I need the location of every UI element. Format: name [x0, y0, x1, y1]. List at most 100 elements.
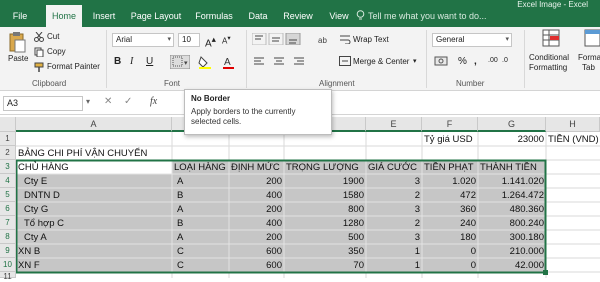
underline-button[interactable]: U	[146, 56, 153, 67]
merge-center-button[interactable]: Merge & Center	[353, 57, 409, 66]
table-cell[interactable]: Cty E	[22, 175, 49, 188]
table-cell[interactable]: XN B	[16, 245, 42, 258]
table-cell[interactable]: 1580	[284, 189, 366, 202]
table-cell[interactable]: 3	[366, 175, 422, 188]
table-cell[interactable]: 500	[284, 231, 366, 244]
cancel-icon[interactable]: ✕	[104, 96, 112, 107]
paste-button[interactable]: Paste	[8, 54, 28, 63]
cell-f3[interactable]: TIỀN PHẠT	[422, 161, 476, 174]
paste-icon[interactable]	[8, 31, 26, 53]
row-header-1[interactable]: 1	[0, 132, 16, 146]
row-header-11[interactable]: 11	[0, 272, 16, 281]
tab-view[interactable]: View	[326, 7, 352, 27]
tab-data[interactable]: Data	[244, 7, 272, 27]
currency-icon[interactable]	[434, 55, 452, 67]
table-cell[interactable]: 360	[422, 203, 478, 216]
table-cell[interactable]: A	[175, 231, 185, 244]
table-cell[interactable]: XN F	[16, 259, 42, 272]
worksheet-grid[interactable]: A B C D E F G H 1 2 3 4 5 6 7 8 9 10 11 …	[0, 117, 600, 281]
table-cell[interactable]: 350	[284, 245, 366, 258]
cut-icon[interactable]	[34, 32, 44, 42]
row-header-4[interactable]: 4	[0, 174, 16, 188]
number-format-combo[interactable]: General ▾	[432, 33, 512, 47]
table-cell[interactable]: Cty A	[22, 231, 49, 244]
table-cell[interactable]: C	[175, 259, 186, 272]
cell-g3[interactable]: THÀNH TIỀN	[478, 161, 539, 174]
table-cell[interactable]: 1	[366, 259, 422, 272]
tab-review[interactable]: Review	[280, 7, 316, 27]
comma-button[interactable]: ,	[474, 56, 477, 67]
increase-font-icon[interactable]: A▴	[205, 34, 216, 49]
tab-page-layout[interactable]: Page Layout	[128, 7, 184, 27]
row-header-6[interactable]: 6	[0, 202, 16, 216]
select-all-corner[interactable]	[0, 117, 16, 132]
cell-g1[interactable]: 23000	[478, 133, 546, 146]
table-cell[interactable]: A	[175, 203, 185, 216]
borders-button-icon[interactable]: ▾	[170, 55, 190, 69]
format-as-table-icon[interactable]	[584, 29, 600, 49]
column-header-g[interactable]: G	[478, 117, 546, 132]
insert-function-button[interactable]: fx	[150, 96, 157, 107]
table-cell[interactable]: 2	[366, 217, 422, 230]
cell-b3[interactable]: LOẠI HÀNG	[172, 161, 228, 174]
cell-a2-title[interactable]: BẢNG CHI PHÍ VẬN CHUYỂN	[16, 147, 149, 160]
table-cell[interactable]: 240	[422, 217, 478, 230]
tab-formulas[interactable]: Formulas	[192, 7, 236, 27]
table-cell[interactable]: 1.264.472	[478, 189, 546, 202]
format-painter-icon[interactable]	[34, 62, 44, 72]
fill-color-icon[interactable]	[198, 55, 214, 69]
conditional-formatting-button[interactable]: Conditional	[529, 53, 569, 62]
conditional-formatting-icon[interactable]	[542, 29, 562, 49]
copy-icon[interactable]	[34, 47, 44, 57]
table-cell[interactable]: B	[175, 189, 185, 202]
column-header-h[interactable]: H	[546, 117, 600, 132]
table-cell[interactable]: 472	[422, 189, 478, 202]
table-cell[interactable]: 200	[229, 175, 284, 188]
bold-button[interactable]: B	[114, 56, 121, 67]
table-cell[interactable]: 180	[422, 231, 478, 244]
column-header-a[interactable]: A	[16, 117, 172, 132]
column-header-e[interactable]: E	[366, 117, 422, 132]
table-cell[interactable]: 2	[366, 189, 422, 202]
decrease-font-icon[interactable]: A▾	[222, 34, 231, 46]
format-painter-button[interactable]: Format Painter	[47, 62, 100, 71]
chevron-down-icon[interactable]: ▾	[413, 57, 417, 65]
increase-decimal-icon[interactable]: .00	[488, 57, 498, 64]
table-cell[interactable]: 400	[229, 217, 284, 230]
cell-h1[interactable]: TIỀN (VND)	[546, 133, 600, 146]
table-cell[interactable]: 0	[422, 245, 478, 258]
column-header-f[interactable]: F	[422, 117, 478, 132]
horizontal-align-icons[interactable]	[252, 55, 310, 67]
name-box[interactable]: A3	[3, 96, 83, 111]
cell-d3[interactable]: TRỌNG LƯỢNG	[284, 161, 361, 174]
table-cell[interactable]: 1900	[284, 175, 366, 188]
table-cell[interactable]: 210.000	[478, 245, 546, 258]
table-cell[interactable]: 1	[366, 245, 422, 258]
table-cell[interactable]: B	[175, 217, 185, 230]
table-cell[interactable]: 800.240	[478, 217, 546, 230]
table-cell[interactable]: 300.180	[478, 231, 546, 244]
table-cell[interactable]: 0	[422, 259, 478, 272]
tab-insert[interactable]: Insert	[88, 7, 120, 27]
table-cell[interactable]: Tổ hợp C	[22, 217, 66, 230]
table-cell[interactable]: 70	[284, 259, 366, 272]
table-cell[interactable]: 3	[366, 231, 422, 244]
italic-button[interactable]: I	[130, 56, 133, 67]
table-cell[interactable]: Cty G	[22, 203, 50, 216]
percent-button[interactable]: %	[458, 56, 467, 67]
wrap-text-button[interactable]: Wrap Text	[353, 35, 389, 44]
cell-a3[interactable]: CHỦ HÀNG	[16, 161, 71, 174]
row-header-9[interactable]: 9	[0, 244, 16, 258]
table-cell[interactable]: 480.360	[478, 203, 546, 216]
table-cell[interactable]: 200	[229, 203, 284, 216]
enter-icon[interactable]: ✓	[124, 96, 132, 107]
font-name-combo[interactable]: Arial ▾	[112, 33, 174, 47]
table-cell[interactable]: 1280	[284, 217, 366, 230]
table-cell[interactable]: 3	[366, 203, 422, 216]
table-cell[interactable]: 800	[284, 203, 366, 216]
copy-button[interactable]: Copy	[47, 47, 66, 56]
row-header-3[interactable]: 3	[0, 160, 16, 174]
decrease-decimal-icon[interactable]: .0	[502, 57, 508, 64]
table-cell[interactable]: 600	[229, 259, 284, 272]
table-cell[interactable]: 42.000	[478, 259, 546, 272]
